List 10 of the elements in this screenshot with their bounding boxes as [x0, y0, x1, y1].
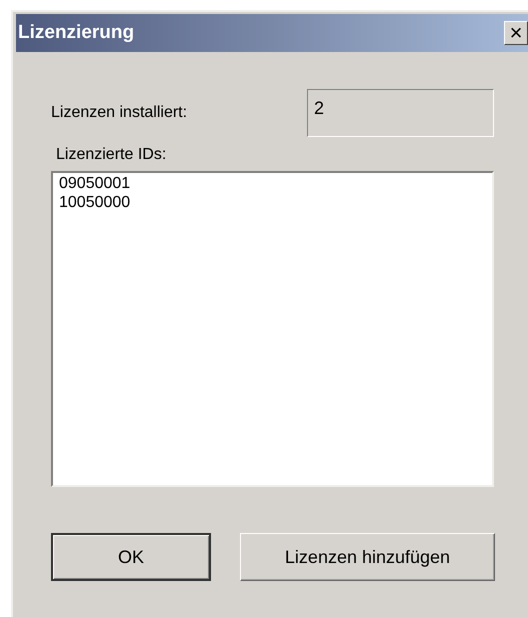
add-licenses-button[interactable]: Lizenzen hinzufügen: [240, 533, 495, 581]
list-item[interactable]: 09050001: [59, 174, 486, 193]
close-button[interactable]: ×: [504, 21, 528, 45]
ok-button[interactable]: OK: [51, 533, 211, 581]
license-id-list[interactable]: 09050001 10050000: [51, 171, 494, 487]
field-label: Lizenzierte IDs:: [56, 145, 168, 165]
field-label: Lizenzen installiert:: [51, 103, 188, 123]
window-title: Lizenzierung: [17, 20, 134, 45]
installed-count-field: 2: [307, 89, 494, 137]
list-item[interactable]: 10050000: [59, 193, 486, 212]
